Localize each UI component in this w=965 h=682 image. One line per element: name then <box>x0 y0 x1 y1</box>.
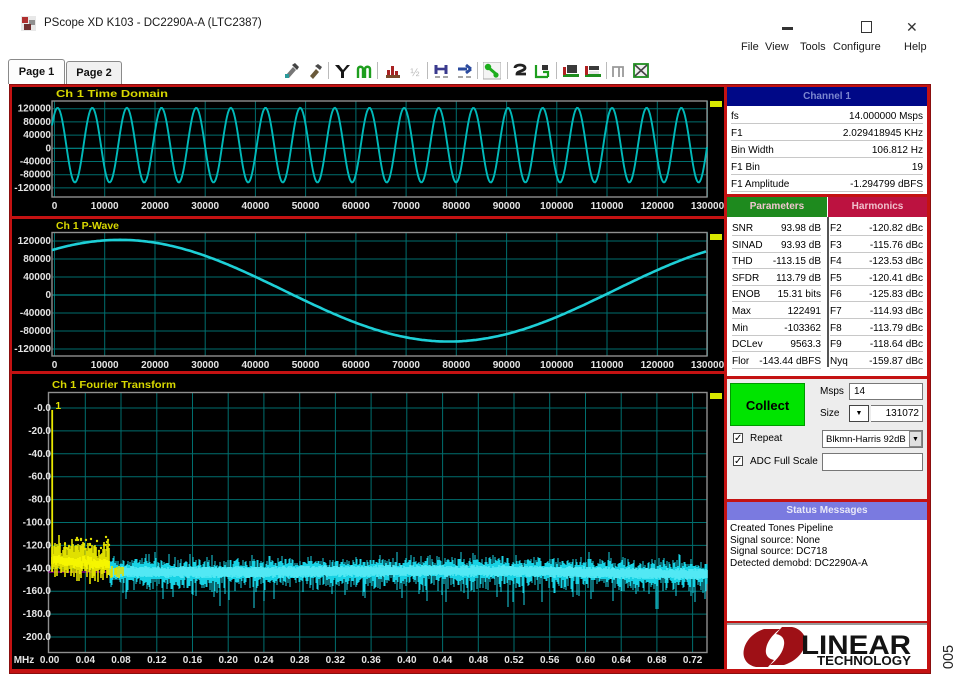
svg-text:0.24: 0.24 <box>254 655 274 666</box>
svg-text:130000: 130000 <box>691 360 724 371</box>
svg-text:0.32: 0.32 <box>326 655 346 666</box>
svg-text:120000: 120000 <box>18 236 52 247</box>
svg-text:30000: 30000 <box>191 201 219 212</box>
svg-text:0: 0 <box>52 360 58 371</box>
svg-text:80000: 80000 <box>442 201 470 212</box>
svg-text:-120000: -120000 <box>14 183 51 194</box>
svg-text:-40000: -40000 <box>20 157 52 168</box>
svg-text:20000: 20000 <box>141 360 169 371</box>
svg-text:10000: 10000 <box>91 201 119 212</box>
svg-text:70000: 70000 <box>392 360 420 371</box>
svg-text:0.20: 0.20 <box>218 655 238 666</box>
svg-text:0.16: 0.16 <box>183 655 203 666</box>
svg-text:0.04: 0.04 <box>76 655 96 666</box>
svg-text:60000: 60000 <box>342 360 370 371</box>
svg-text:130000: 130000 <box>691 201 724 212</box>
svg-text:0: 0 <box>45 290 51 301</box>
svg-text:0.28: 0.28 <box>290 655 310 666</box>
svg-text:0.12: 0.12 <box>147 655 167 666</box>
svg-text:0.00: 0.00 <box>40 655 60 666</box>
svg-text:-160.0: -160.0 <box>23 586 52 597</box>
svg-text:-0.0: -0.0 <box>34 403 52 414</box>
svg-text:10000: 10000 <box>91 360 119 371</box>
svg-text:40000: 40000 <box>241 201 269 212</box>
svg-text:80000: 80000 <box>442 360 470 371</box>
svg-text:-120.0: -120.0 <box>23 540 52 551</box>
svg-text:1: 1 <box>56 401 62 412</box>
svg-text:70000: 70000 <box>392 201 420 212</box>
svg-text:-100.0: -100.0 <box>23 518 52 529</box>
svg-text:0.60: 0.60 <box>576 655 596 666</box>
svg-text:-120000: -120000 <box>14 344 51 355</box>
svg-text:-40.0: -40.0 <box>28 449 51 460</box>
svg-text:0.72: 0.72 <box>683 655 703 666</box>
svg-text:120000: 120000 <box>641 201 675 212</box>
svg-text:0.68: 0.68 <box>647 655 667 666</box>
svg-text:50000: 50000 <box>292 201 320 212</box>
svg-text:-60.0: -60.0 <box>28 472 51 483</box>
svg-text:80000: 80000 <box>23 117 51 128</box>
svg-text:90000: 90000 <box>493 360 521 371</box>
svg-text:50000: 50000 <box>292 360 320 371</box>
svg-text:-20.0: -20.0 <box>28 426 51 437</box>
svg-text:20000: 20000 <box>141 201 169 212</box>
svg-text:30000: 30000 <box>191 360 219 371</box>
svg-text:40000: 40000 <box>23 130 51 141</box>
svg-text:0.44: 0.44 <box>433 655 453 666</box>
svg-text:-200.0: -200.0 <box>23 632 52 643</box>
svg-text:0: 0 <box>45 143 51 154</box>
svg-text:-140.0: -140.0 <box>23 563 52 574</box>
svg-text:TECHNOLOGY: TECHNOLOGY <box>817 654 912 668</box>
svg-text:0.08: 0.08 <box>111 655 131 666</box>
svg-text:110000: 110000 <box>591 360 624 371</box>
svg-text:0.36: 0.36 <box>361 655 381 666</box>
svg-text:½: ½ <box>410 67 419 79</box>
svg-text:0.40: 0.40 <box>397 655 417 666</box>
svg-text:60000: 60000 <box>342 201 370 212</box>
svg-text:90000: 90000 <box>493 201 521 212</box>
svg-text:100000: 100000 <box>540 360 574 371</box>
svg-text:0.56: 0.56 <box>540 655 560 666</box>
svg-text:-40000: -40000 <box>20 308 52 319</box>
svg-text:0: 0 <box>52 201 58 212</box>
svg-text:Ch 1 Time Domain: Ch 1 Time Domain <box>56 88 168 100</box>
svg-text:100000: 100000 <box>540 201 574 212</box>
svg-text:-80.0: -80.0 <box>28 495 51 506</box>
svg-text:Ch 1 Fourier Transform: Ch 1 Fourier Transform <box>52 379 176 391</box>
svg-text:110000: 110000 <box>591 201 624 212</box>
svg-text:40000: 40000 <box>23 272 51 283</box>
svg-text:-80000: -80000 <box>20 326 52 337</box>
svg-text:120000: 120000 <box>18 104 52 115</box>
svg-text:-80000: -80000 <box>20 170 52 181</box>
svg-text:40000: 40000 <box>241 360 269 371</box>
svg-text:120000: 120000 <box>641 360 675 371</box>
svg-text:0.48: 0.48 <box>469 655 489 666</box>
svg-text:MHz: MHz <box>14 655 35 666</box>
svg-text:80000: 80000 <box>23 254 51 265</box>
svg-text:0.52: 0.52 <box>504 655 524 666</box>
svg-text:0.64: 0.64 <box>611 655 631 666</box>
svg-text:-180.0: -180.0 <box>23 609 52 620</box>
svg-text:Ch 1 P-Wave: Ch 1 P-Wave <box>56 220 119 232</box>
